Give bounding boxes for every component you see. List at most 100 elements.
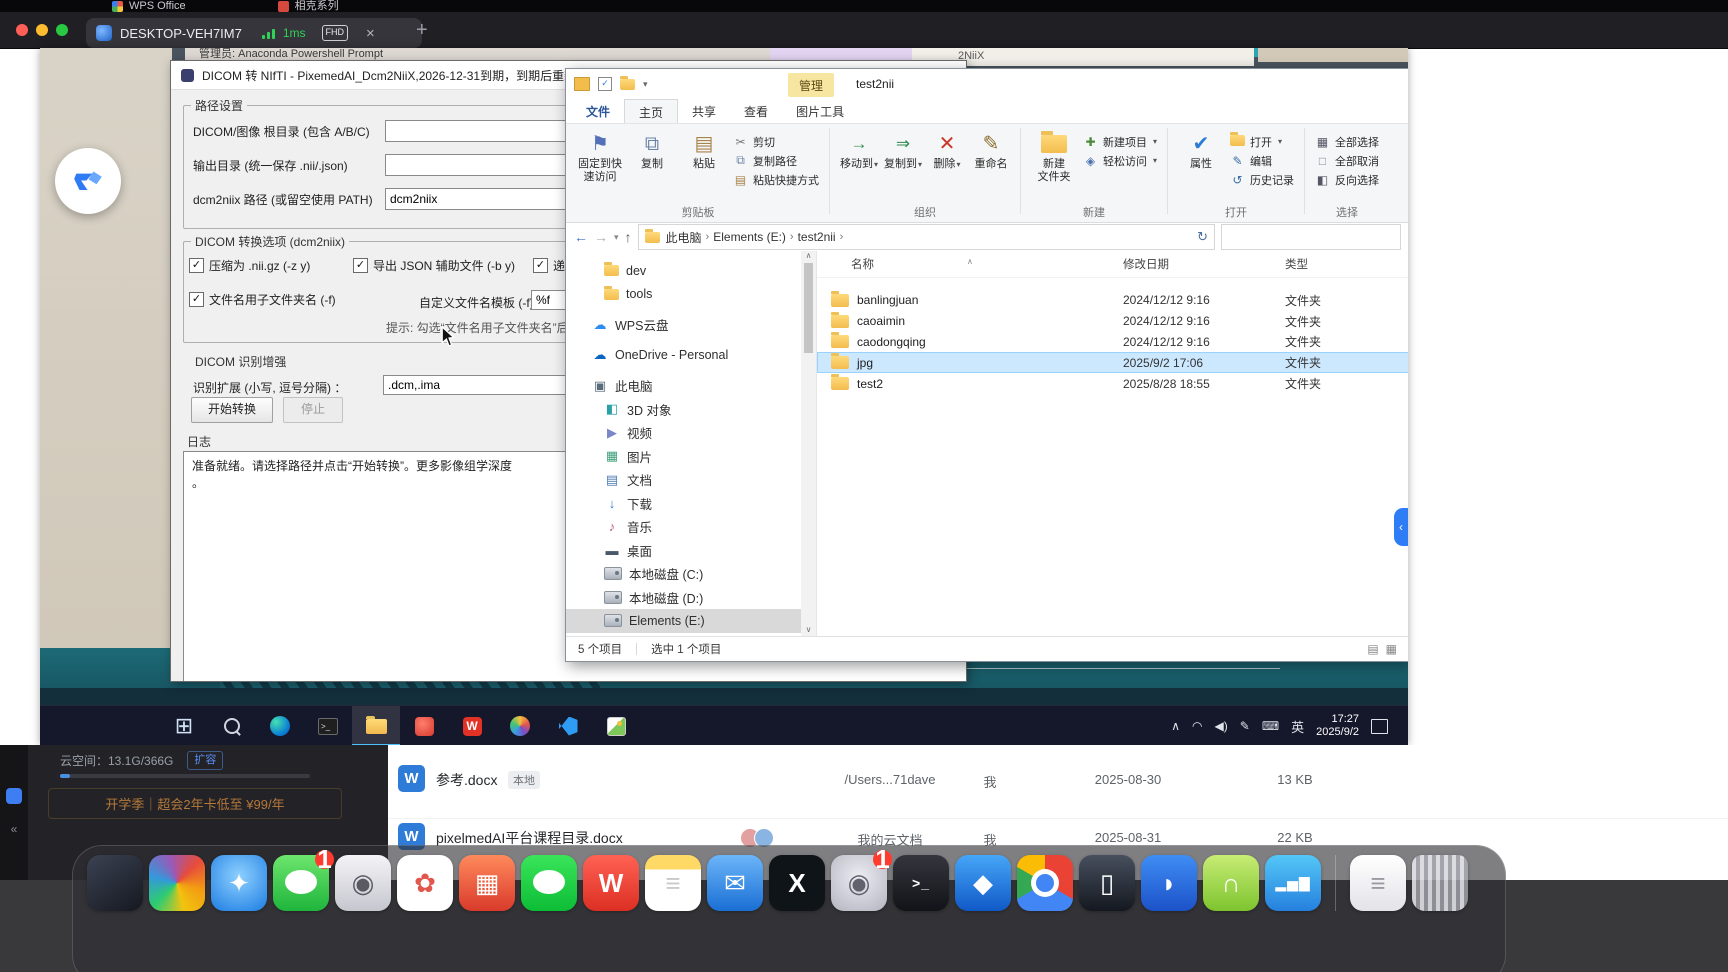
dock-mail[interactable]: ✉ [707, 855, 763, 911]
taskbar-wps-button[interactable]: W [448, 706, 496, 745]
sidebar-item-documents[interactable]: ▤ 文档 [566, 468, 816, 492]
hidden-icons-chevron-icon[interactable]: ∧ [1171, 719, 1180, 733]
rename-button[interactable]: ✎ 重命名 [969, 128, 1013, 171]
breadcrumb-item[interactable]: 此电脑 [662, 229, 706, 246]
taskbar-start-button[interactable]: ⊞ [160, 706, 208, 745]
forward-button[interactable]: → [594, 229, 608, 245]
sidebar-item-music[interactable]: ♪ 音乐 [566, 515, 816, 539]
dock-wechat[interactable] [521, 855, 577, 911]
back-button[interactable]: ← [574, 229, 588, 245]
background-tab-other[interactable]: 相克系列 [277, 0, 339, 12]
start-convert-button[interactable]: 开始转换 [191, 397, 273, 423]
qat-new-folder-icon[interactable] [620, 75, 635, 90]
background-tab-wps[interactable]: WPS Office [112, 0, 186, 12]
dock-blue-app[interactable]: ◆ [955, 855, 1011, 911]
breadcrumb-item[interactable]: test2nii [794, 230, 840, 244]
dock-textedit[interactable]: ≡ [1350, 855, 1406, 911]
dock-android[interactable]: ∩ [1203, 855, 1259, 911]
column-name[interactable]: 名称 ∧ [817, 256, 1123, 272]
tab-home[interactable]: 主页 [624, 99, 679, 123]
volume-icon[interactable]: ◀) [1215, 719, 1228, 733]
paste-button[interactable]: ▤ 粘贴 [678, 128, 730, 171]
file-row-banlingjuan[interactable]: banlingjuan 2024/12/12 9:16 文件夹 [817, 290, 1408, 311]
copy-to-button[interactable]: ⇒ 复制到▾ [881, 128, 925, 172]
qat-customize-chevron-icon[interactable]: ▾ [643, 79, 648, 90]
sidebar-item-videos[interactable]: ▶ 视频 [566, 421, 816, 445]
dock-finder[interactable] [87, 855, 143, 911]
input-language-indicator[interactable]: 英 [1291, 717, 1304, 736]
thumbnails-view-icon[interactable]: ▦ [1386, 642, 1397, 656]
select-none-button[interactable]: □ 全部取消 [1312, 151, 1382, 170]
recent-locations-chevron[interactable]: ▾ [614, 232, 619, 243]
dock-photos[interactable]: ✿ [397, 855, 453, 911]
remote-session-tab[interactable]: DESKTOP-VEH7IM7 1ms FHD × [86, 18, 422, 48]
details-view-icon[interactable]: ▤ [1367, 642, 1378, 656]
open-button[interactable]: 打开 ▾ [1227, 131, 1297, 151]
breadcrumb-item[interactable]: Elements (E:) [709, 230, 790, 244]
sidebar-item-dev[interactable]: dev [566, 259, 816, 283]
column-type[interactable]: 类型 [1285, 256, 1408, 272]
sidebar-item-this-pc[interactable]: ▣ 此电脑 [566, 374, 816, 398]
promo-banner[interactable]: 开学季｜超会2年卡低至 ¥99/年 [48, 788, 342, 819]
delete-button[interactable]: ✕ 删除▾ [925, 128, 969, 172]
easy-access-button[interactable]: ◈ 轻松访问 ▾ [1080, 151, 1160, 170]
dock-trash[interactable] [1412, 855, 1468, 911]
scroll-thumb[interactable] [804, 263, 813, 353]
sidebar-item-elements-e[interactable]: Elements (E:) [566, 609, 816, 633]
dock-todesk[interactable]: ◗ [1141, 855, 1197, 911]
subfolder-name-checkbox[interactable]: ✓ 文件名用子文件夹名 (-f) [189, 291, 336, 308]
taskbar-terminal-button[interactable]: >_ [304, 706, 352, 745]
edit-button[interactable]: ✎ 编辑 [1227, 151, 1297, 170]
sidebar-item-disk-c[interactable]: 本地磁盘 (C:) [566, 562, 816, 586]
dock-stats[interactable]: ▂▅▇ [1265, 855, 1321, 911]
minimize-window-button[interactable] [36, 24, 48, 36]
taskbar-media-app-button[interactable] [496, 706, 544, 745]
up-button[interactable]: ↑ [625, 229, 632, 245]
explorer-titlebar[interactable]: ✓ ▾ 管理 test2nii [566, 69, 1408, 99]
scroll-down-icon[interactable]: ∨ [806, 625, 812, 634]
sidebar-item-pictures[interactable]: ▦ 图片 [566, 445, 816, 469]
dock-chrome[interactable] [1017, 855, 1073, 911]
file-row-caodongqing[interactable]: caodongqing 2024/12/12 9:16 文件夹 [817, 332, 1408, 353]
new-item-button[interactable]: ✚ 新建项目 ▾ [1080, 132, 1160, 151]
sidebar-item-downloads[interactable]: ↓ 下载 [566, 492, 816, 516]
new-tab-button[interactable]: + [416, 20, 428, 40]
manage-contextual-tab[interactable]: 管理 [788, 73, 834, 97]
taskbar-photos-button[interactable] [592, 706, 640, 745]
copy-path-button[interactable]: ⧉ 复制路径 [730, 151, 822, 170]
cut-button[interactable]: ✂ 剪切 [730, 132, 822, 151]
taskbar-search-button[interactable] [208, 706, 256, 745]
export-json-checkbox[interactable]: ✓ 导出 JSON 辅助文件 (-b y) [353, 257, 515, 274]
taskbar-file-explorer-button[interactable] [352, 706, 400, 745]
expand-storage-button[interactable]: 扩容 [187, 751, 224, 770]
todesk-sidebar-handle[interactable]: ‹ [1394, 508, 1408, 546]
scroll-up-icon[interactable]: ∧ [806, 251, 812, 260]
dock-obs[interactable]: ◉ 1 [831, 844, 892, 911]
taskbar-edge-button[interactable] [256, 706, 304, 745]
taskbar-vscode-button[interactable] [544, 706, 592, 745]
pen-icon[interactable]: ✎ [1240, 719, 1250, 733]
wps-rail-app-icon[interactable] [6, 788, 22, 804]
properties-button[interactable]: ✔ 属性 [1175, 128, 1227, 171]
dock-launchpad[interactable] [149, 855, 205, 911]
collapse-rail-icon[interactable]: « [11, 822, 18, 836]
copy-button[interactable]: ⧉ 复制 [626, 128, 678, 171]
move-to-button[interactable]: → 移动到▾ [837, 128, 881, 172]
sidebar-item-wps-cloud[interactable]: ☁ WPS云盘 [566, 313, 816, 337]
dock-keynote[interactable]: ▦ [459, 855, 515, 911]
file-row-jpg[interactable]: jpg 2025/9/2 17:06 文件夹 [817, 352, 1408, 374]
qat-properties-icon[interactable]: ✓ [598, 77, 612, 91]
dock-iphone[interactable]: ▯ [1079, 855, 1135, 911]
refresh-icon[interactable]: ↻ [1197, 229, 1208, 245]
invert-selection-button[interactable]: ◧ 反向选择 [1312, 170, 1382, 189]
dock-camera[interactable]: ◉ [335, 855, 391, 911]
tab-picture-tools[interactable]: 图片工具 [782, 99, 858, 123]
taskbar-remote-app-button[interactable] [400, 706, 448, 745]
dock-notes[interactable]: ≡ [645, 855, 701, 911]
history-button[interactable]: ↺ 历史记录 [1227, 170, 1297, 189]
tab-view[interactable]: 查看 [730, 99, 782, 123]
stop-button[interactable]: 停止 [283, 397, 343, 423]
sidebar-item-tools[interactable]: tools [566, 283, 816, 307]
nav-scrollbar[interactable]: ∧ ∨ [801, 251, 816, 636]
paste-shortcut-button[interactable]: ▤ 粘贴快捷方式 [730, 170, 822, 189]
